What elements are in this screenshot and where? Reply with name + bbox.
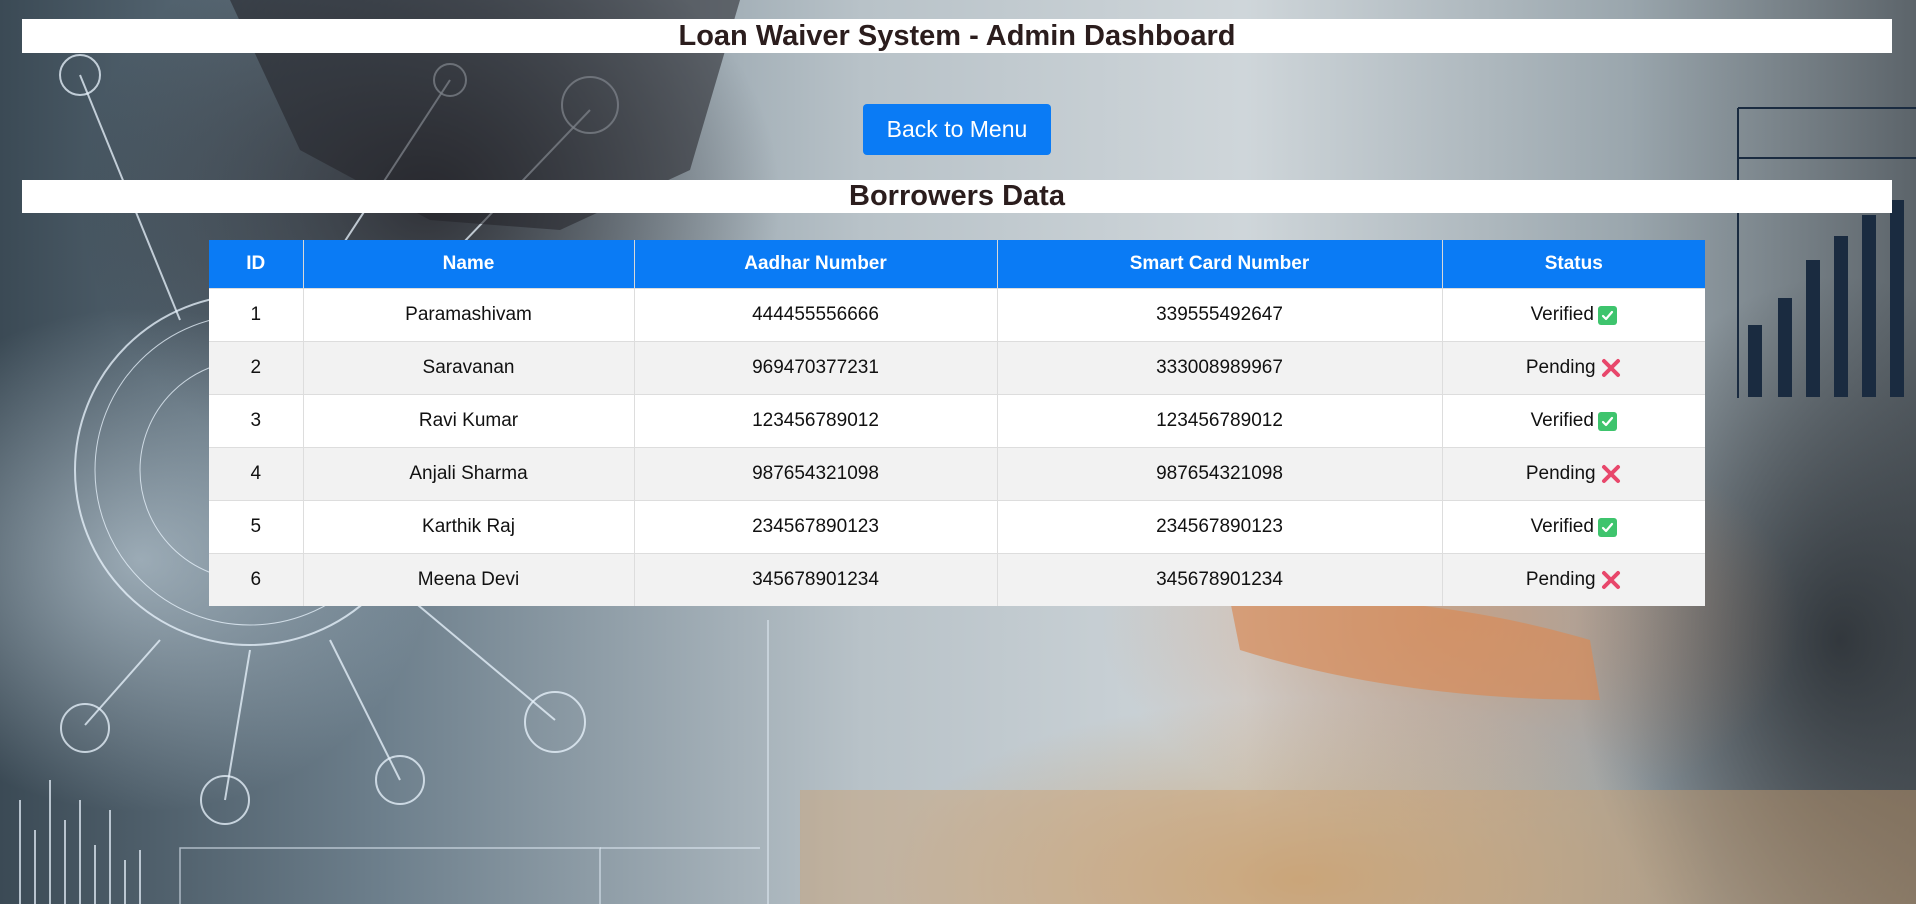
back-to-menu-button[interactable]: Back to Menu	[863, 104, 1051, 155]
check-mark-icon	[1597, 411, 1617, 431]
table-row: 6 Meena Devi 345678901234 345678901234 P…	[209, 553, 1705, 606]
header-bar: Loan Waiver System - Admin Dashboard	[22, 19, 1892, 53]
status-label: Pending	[1525, 357, 1596, 378]
cell-status: Verified	[1442, 394, 1705, 448]
table-header-row: ID Name Aadhar Number Smart Card Number …	[209, 240, 1705, 289]
section-header-bar: Borrowers Data	[22, 180, 1892, 213]
cell-smart-card-number: 123456789012	[997, 394, 1443, 448]
section-title: Borrowers Data	[849, 180, 1065, 212]
column-header-smart-card-number: Smart Card Number	[997, 240, 1443, 289]
cell-aadhar-number: 444455556666	[634, 288, 998, 342]
status-label: Verified	[1530, 516, 1594, 537]
cell-status: Pending	[1442, 553, 1705, 606]
cell-status: Pending	[1442, 447, 1705, 501]
column-header-aadhar-number: Aadhar Number	[634, 240, 998, 289]
cell-smart-card-number: 333008989967	[997, 341, 1443, 395]
table-row: 4 Anjali Sharma 987654321098 98765432109…	[209, 447, 1705, 501]
status-label: Verified	[1530, 304, 1594, 325]
cell-smart-card-number: 234567890123	[997, 500, 1443, 554]
cell-id: 3	[209, 394, 304, 448]
cell-id: 2	[209, 341, 304, 395]
table-row: 5 Karthik Raj 234567890123 234567890123 …	[209, 500, 1705, 554]
cell-aadhar-number: 123456789012	[634, 394, 998, 448]
status-label: Pending	[1525, 569, 1596, 590]
cell-name: Saravanan	[303, 341, 635, 395]
cell-aadhar-number: 345678901234	[634, 553, 998, 606]
status-badge: Pending	[1526, 357, 1622, 379]
check-mark-icon	[1597, 305, 1617, 325]
cell-aadhar-number: 969470377231	[634, 341, 998, 395]
cross-mark-icon	[1600, 569, 1622, 591]
cell-name: Paramashivam	[303, 288, 635, 342]
page-title: Loan Waiver System - Admin Dashboard	[678, 19, 1236, 52]
cross-mark-icon	[1600, 357, 1622, 379]
cell-status: Pending	[1442, 341, 1705, 395]
table-row: 3 Ravi Kumar 123456789012 123456789012 V…	[209, 394, 1705, 448]
column-header-name: Name	[303, 240, 635, 289]
cell-id: 4	[209, 447, 304, 501]
borrowers-table: ID Name Aadhar Number Smart Card Number …	[209, 240, 1705, 606]
cross-mark-icon	[1600, 463, 1622, 485]
cell-name: Karthik Raj	[303, 500, 635, 554]
status-label: Verified	[1530, 410, 1594, 431]
cell-status: Verified	[1442, 288, 1705, 342]
cell-aadhar-number: 234567890123	[634, 500, 998, 554]
status-badge: Verified	[1531, 410, 1617, 432]
table-body: 1 Paramashivam 444455556666 339555492647…	[209, 288, 1705, 606]
cell-name: Meena Devi	[303, 553, 635, 606]
table-row: 1 Paramashivam 444455556666 339555492647…	[209, 288, 1705, 342]
table-row: 2 Saravanan 969470377231 333008989967 Pe…	[209, 341, 1705, 395]
status-badge: Verified	[1531, 516, 1617, 538]
status-badge: Verified	[1531, 304, 1617, 326]
cell-id: 1	[209, 288, 304, 342]
column-header-id: ID	[209, 240, 304, 289]
cell-id: 5	[209, 500, 304, 554]
cell-aadhar-number: 987654321098	[634, 447, 998, 501]
cell-name: Anjali Sharma	[303, 447, 635, 501]
cell-status: Verified	[1442, 500, 1705, 554]
cell-id: 6	[209, 553, 304, 606]
cell-name: Ravi Kumar	[303, 394, 635, 448]
column-header-status: Status	[1442, 240, 1705, 289]
cell-smart-card-number: 339555492647	[997, 288, 1443, 342]
status-badge: Pending	[1526, 569, 1622, 591]
status-label: Pending	[1525, 463, 1596, 484]
check-mark-icon	[1597, 517, 1617, 537]
cell-smart-card-number: 987654321098	[997, 447, 1443, 501]
cell-smart-card-number: 345678901234	[997, 553, 1443, 606]
status-badge: Pending	[1526, 463, 1622, 485]
